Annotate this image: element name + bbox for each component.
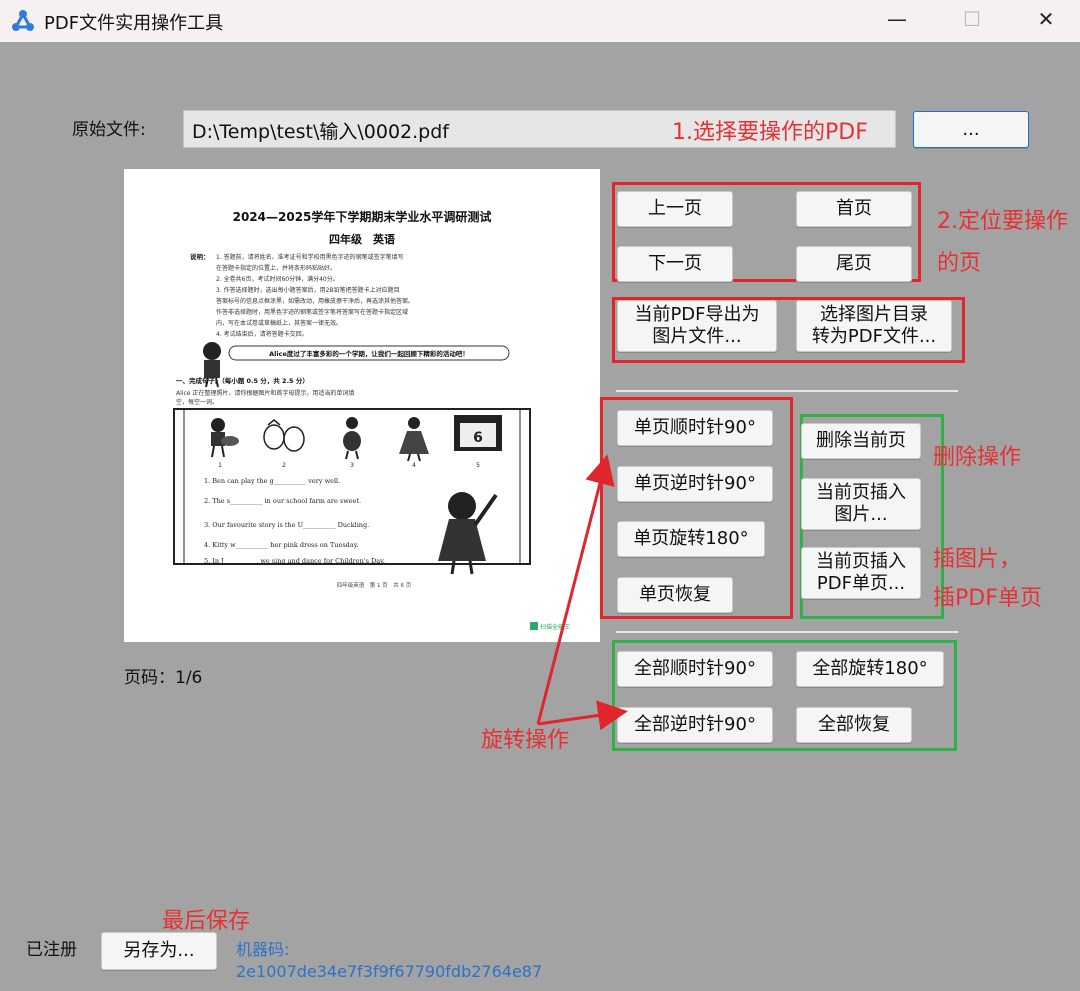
images-to-pdf-label: 转为PDF文件... bbox=[811, 326, 937, 347]
single-restore-button[interactable]: 单页恢复 bbox=[617, 577, 733, 613]
doc-subtitle: 四年级 英语 bbox=[329, 232, 395, 246]
last-page-button[interactable]: 尾页 bbox=[796, 246, 912, 282]
registration-status: 已注册 bbox=[26, 940, 77, 960]
prev-page-button[interactable]: 上一页 bbox=[617, 191, 733, 227]
doc-picture-number: 5 bbox=[476, 462, 480, 469]
doc-question: 4. Kitty w__________ her pink dress on T… bbox=[204, 541, 359, 549]
doc-instructions: 1. 答题前，请将姓名、准考证号和学校用黑色字迹的钢笔或签字笔填写 在答题卡指定… bbox=[216, 253, 414, 338]
all-rotate-cw-button[interactable]: 全部顺时针90° bbox=[617, 651, 773, 687]
doc-instruction-line: 答案标号的信息点框涂黑，如需改动，用橡皮擦干净后，再选涂其他答案。 bbox=[216, 297, 414, 305]
all-restore-button[interactable]: 全部恢复 bbox=[796, 707, 912, 743]
annotation-save: 最后保存 bbox=[162, 909, 251, 934]
doc-picture-number: 2 bbox=[282, 462, 286, 469]
section-divider bbox=[616, 390, 958, 392]
section-divider bbox=[616, 631, 958, 633]
insert-pdf-page-label: PDF单页... bbox=[816, 573, 906, 594]
insert-image-label: 图片... bbox=[834, 504, 888, 525]
machine-code-label: 机器码: bbox=[236, 940, 290, 959]
doc-section-head: 一、完成句子。（每小题 0.5 分，共 2.5 分） bbox=[176, 376, 309, 385]
doc-picture-number: 4 bbox=[412, 462, 416, 469]
scanner-logo-icon bbox=[530, 622, 538, 630]
guitar-boy-picture-icon bbox=[211, 418, 239, 458]
doc-question: 5. In J__________, we sing and dance for… bbox=[204, 557, 385, 565]
export-pdf-to-images-label: 当前PDF导出为 bbox=[634, 304, 760, 326]
doc-footer: 四年级英语 第 1 页 共 6 页 bbox=[337, 581, 412, 589]
duckling-picture-icon bbox=[343, 417, 361, 460]
page-indicator: 页码：1/6 bbox=[124, 668, 203, 688]
maximize-button[interactable]: ☐ bbox=[947, 0, 997, 38]
doc-title: 2024—2025学年下学期期末学业水平调研测试 bbox=[233, 209, 492, 224]
doc-instruction-line: 作答非选择题时，用黑色字迹的钢笔或签字笔将答案写在答题卡指定区域 bbox=[216, 308, 408, 316]
doc-instruction-line: 3. 作答选择题时，选出每小题答案后，用2B铅笔把答题卡上对应题目 bbox=[216, 286, 400, 294]
single-rotate-180-button[interactable]: 单页旋转180° bbox=[617, 521, 765, 557]
save-as-button[interactable]: 另存为... bbox=[101, 932, 217, 970]
doc-banner: Alice度过了丰富多彩的一个学期，让我们一起回顾下精彩的活动吧！ bbox=[269, 349, 469, 358]
svg-text:6: 6 bbox=[473, 430, 483, 446]
doc-instruction-line: 2. 全卷共6页，考试时间60分钟，满分40分。 bbox=[216, 275, 339, 283]
source-file-label: 原始文件: bbox=[72, 120, 146, 140]
doc-instruction-line: 1. 答题前，请将姓名、准考证号和学校用黑色字迹的钢笔或签字笔填写 bbox=[216, 253, 404, 261]
browse-button[interactable]: ... bbox=[913, 111, 1029, 148]
single-rotate-ccw-button[interactable]: 单页逆时针90° bbox=[617, 466, 773, 502]
insert-pdf-page-button[interactable]: 当前页插入 PDF单页... bbox=[801, 547, 921, 599]
reading-girl-picture-icon bbox=[438, 492, 498, 575]
delete-page-button[interactable]: 删除当前页 bbox=[801, 423, 921, 459]
all-rotate-ccw-button[interactable]: 全部逆时针90° bbox=[617, 707, 773, 743]
doc-section-desc: Alice 正在整理照片，请你根据图片和首字母提示，用适当的单词填 bbox=[176, 389, 354, 397]
annotation-step2: 2.定位要操作 bbox=[937, 209, 1068, 234]
export-pdf-to-images-button[interactable]: 当前PDF导出为 图片文件... bbox=[617, 300, 777, 352]
annotation-insert: 插PDF单页 bbox=[933, 586, 1042, 611]
annotation-rotate: 旋转操作 bbox=[481, 728, 570, 753]
images-to-pdf-button[interactable]: 选择图片目录 转为PDF文件... bbox=[796, 300, 952, 352]
doc-questions: 1. Ben can play the g__________ very wel… bbox=[204, 477, 385, 565]
first-page-button[interactable]: 首页 bbox=[796, 191, 912, 227]
insert-image-label: 当前页插入 bbox=[816, 482, 906, 504]
doc-section-desc: 空，每空一词。 bbox=[176, 398, 218, 406]
annotation-insert: 插图片， bbox=[933, 547, 1022, 572]
window-title: PDF文件实用操作工具 bbox=[44, 13, 224, 34]
app-logo-icon bbox=[12, 10, 34, 31]
pdf-page-render: 2024—2025学年下学期期末学业水平调研测试 四年级 英语 说明： 1. 答… bbox=[173, 209, 570, 631]
single-rotate-cw-button[interactable]: 单页顺时针90° bbox=[617, 410, 773, 446]
calendar-picture-icon: 6 bbox=[454, 415, 502, 451]
doc-question: 2. The s__________ in our school farm ar… bbox=[204, 497, 361, 505]
doc-question: 3. Our favourite story is the U_________… bbox=[204, 521, 369, 529]
title-bar: PDF文件实用操作工具 — ☐ ✕ bbox=[0, 0, 1080, 42]
close-button[interactable]: ✕ bbox=[1021, 0, 1071, 38]
doc-picture-numbers: 1 2 3 4 5 bbox=[218, 462, 480, 469]
doc-picture-number: 3 bbox=[350, 462, 354, 469]
doc-pictures: 6 bbox=[211, 415, 502, 462]
all-rotate-180-button[interactable]: 全部旋转180° bbox=[796, 651, 944, 687]
doc-picture-number: 1 bbox=[218, 462, 222, 469]
doc-instruction-line: 在答题卡指定的位置上，并将条形码粘贴好。 bbox=[216, 264, 336, 272]
insert-image-button[interactable]: 当前页插入 图片... bbox=[801, 478, 921, 530]
insert-pdf-page-label: 当前页插入 bbox=[816, 551, 906, 573]
doc-question: 1. Ben can play the g__________ very wel… bbox=[204, 477, 340, 485]
doc-instruction-line: 4. 考试结束后，请将答题卡交回。 bbox=[216, 330, 308, 338]
doc-stamp: 扫描全能王 bbox=[540, 623, 570, 631]
export-pdf-to-images-label: 图片文件... bbox=[652, 326, 742, 347]
annotation-step1: 1.选择要操作的PDF bbox=[672, 120, 868, 145]
source-file-path: D:\Temp\test\输入\0002.pdf bbox=[192, 121, 449, 143]
pdf-page-preview: 2024—2025学年下学期期末学业水平调研测试 四年级 英语 说明： 1. 答… bbox=[124, 169, 600, 642]
images-to-pdf-label: 选择图片目录 bbox=[820, 304, 928, 326]
dress-girl-picture-icon bbox=[399, 417, 429, 462]
strawberry-picture-icon bbox=[263, 419, 305, 452]
machine-code-value: 2e1007de34e7f3f9f67790fdb2764e87 bbox=[236, 962, 543, 981]
annotation-delete: 删除操作 bbox=[933, 445, 1022, 470]
minimize-button[interactable]: — bbox=[872, 0, 922, 38]
doc-instruction-line: 内，写在本试卷或草稿纸上，其答案一律无效。 bbox=[216, 319, 342, 327]
doc-instructions-head: 说明： bbox=[190, 252, 210, 261]
annotation-step2: 的页 bbox=[937, 251, 982, 276]
next-page-button[interactable]: 下一页 bbox=[617, 246, 733, 282]
